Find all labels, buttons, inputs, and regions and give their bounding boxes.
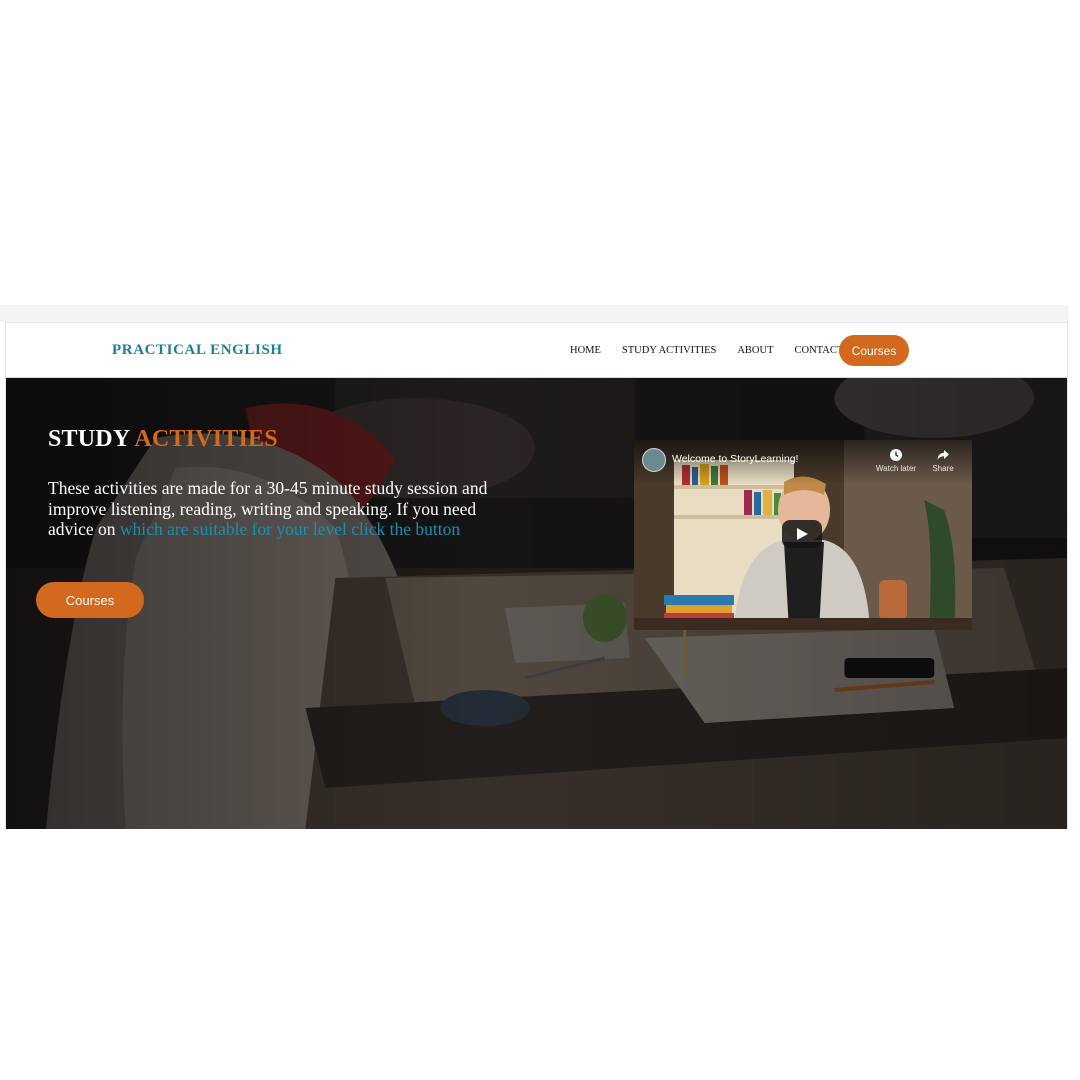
hero-title-part2: ACTIVITIES: [134, 426, 278, 452]
video-embed[interactable]: Welcome to StoryLearning! Watch later Sh…: [634, 440, 972, 630]
nav-link-study-activities[interactable]: STUDY ACTIVITIES: [622, 345, 716, 356]
watch-later-action[interactable]: Watch later: [874, 448, 918, 473]
hero-level-link[interactable]: which are suitable for your level click …: [120, 519, 460, 539]
browser-top-strip: [0, 305, 1069, 322]
nav-courses-button[interactable]: Courses: [839, 335, 909, 366]
nav-link-about[interactable]: ABOUT: [737, 345, 773, 356]
hero-section: STUDY ACTIVITIES These activities are ma…: [6, 378, 1067, 829]
watch-later-label: Watch later: [875, 464, 917, 473]
share-icon: [937, 450, 949, 460]
clock-icon: [890, 449, 902, 461]
play-button[interactable]: [782, 520, 822, 548]
brand-logo-text[interactable]: PRACTICAL ENGLISH: [112, 342, 283, 359]
website-frame: PRACTICAL ENGLISH HOME STUDY ACTIVITIES …: [5, 322, 1068, 829]
nav-link-home[interactable]: HOME: [570, 345, 601, 356]
share-label: Share: [932, 464, 954, 473]
share-action[interactable]: Share: [921, 448, 965, 473]
hero-courses-button[interactable]: Courses: [36, 582, 144, 618]
hero-description: These activities are made for a 30-45 mi…: [48, 478, 518, 540]
play-icon: [797, 528, 808, 540]
hero-title: STUDY ACTIVITIES: [48, 426, 278, 453]
nav-link-contact[interactable]: CONTACT: [795, 345, 844, 356]
navbar: PRACTICAL ENGLISH HOME STUDY ACTIVITIES …: [6, 323, 1067, 378]
video-title[interactable]: Welcome to StoryLearning!: [672, 453, 798, 465]
hero-title-part1: STUDY: [48, 426, 130, 452]
nav-links: HOME STUDY ACTIVITIES ABOUT CONTACT: [570, 345, 864, 356]
channel-avatar[interactable]: [642, 448, 666, 472]
